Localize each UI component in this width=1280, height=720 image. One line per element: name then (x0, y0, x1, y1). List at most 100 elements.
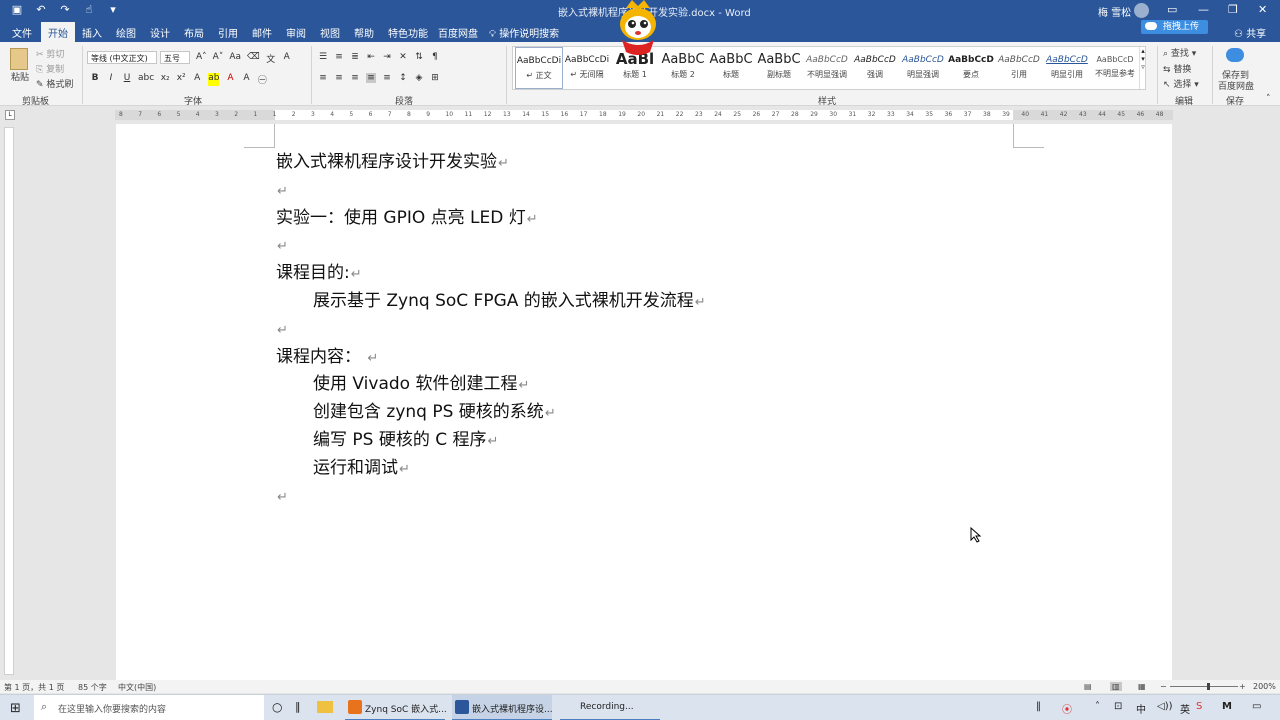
style-strong[interactable]: AaBbCcD 要点 (947, 47, 995, 89)
cut-button[interactable]: ✂ 剪切 (36, 47, 64, 60)
bold-icon[interactable]: B (90, 73, 100, 86)
document-paragraph[interactable]: 创建包含 zynq PS 硬核的系统↵ (313, 402, 556, 424)
align-left-icon[interactable]: ≡ (318, 73, 328, 83)
style-quote[interactable]: AaBbCcD 引用 (995, 47, 1043, 89)
tab-view[interactable]: 视图 (320, 25, 340, 40)
increase-indent-icon[interactable]: ⇥ (382, 52, 392, 62)
distributed-icon[interactable]: ≡ (382, 73, 392, 83)
tab-insert[interactable]: 插入 (82, 25, 102, 40)
zoom-slider[interactable] (1170, 686, 1238, 687)
tell-me-search[interactable]: 💡︎ 操作说明搜索 (489, 25, 559, 40)
italic-icon[interactable]: I (106, 73, 116, 86)
sogou-icon[interactable]: S (1196, 701, 1202, 712)
recording-app-icon[interactable]: M (1222, 701, 1232, 712)
tray-app-icon[interactable]: ⦿ (1062, 701, 1072, 716)
collapse-ribbon-icon[interactable]: ˄ (1266, 94, 1271, 104)
style-subtle-emphasis[interactable]: AaBbCcD 不明显强调 (803, 47, 851, 89)
borders-icon[interactable]: ⊞ (430, 73, 440, 83)
style-subtle-reference[interactable]: AaBbCcD 不明显参考 (1091, 47, 1139, 89)
touch-icon[interactable]: ☝ (82, 3, 96, 16)
tab-baidu-netdisk[interactable]: 百度网盘 (438, 25, 478, 40)
user-name[interactable]: 梅 雪松 (1098, 4, 1131, 19)
cortana-icon[interactable]: ○ (272, 700, 282, 714)
line-spacing-icon[interactable]: ↕ (398, 73, 408, 83)
paste-icon[interactable] (10, 48, 28, 70)
strikethrough-icon[interactable]: abc (138, 73, 154, 86)
word-count[interactable]: 85 个字 (78, 682, 107, 693)
close-icon[interactable]: ✕ (1258, 3, 1267, 16)
tab-references[interactable]: 引用 (218, 25, 238, 40)
empty-paragraph[interactable]: ↵ (276, 319, 288, 341)
tab-selector-button[interactable]: L (5, 110, 15, 120)
baidu-netdisk-label[interactable]: 百度网盘 (1218, 79, 1254, 92)
char-shading-icon[interactable]: A (241, 73, 251, 86)
justify-icon[interactable]: ≡ (366, 73, 376, 83)
align-center-icon[interactable]: ≡ (334, 73, 344, 83)
tab-layout[interactable]: 布局 (184, 25, 204, 40)
style-subtitle[interactable]: AaBbC 副标题 (755, 47, 803, 89)
underline-icon[interactable]: U (122, 73, 132, 86)
empty-paragraph[interactable]: ↵ (276, 180, 288, 202)
subscript-icon[interactable]: x₂ (160, 73, 170, 86)
user-avatar[interactable] (1134, 3, 1149, 18)
shrink-font-icon[interactable]: A˅ (213, 52, 224, 65)
highlight-icon[interactable]: ab (208, 73, 220, 86)
tab-features[interactable]: 特色功能 (388, 25, 428, 40)
zoom-out-icon[interactable]: − (1160, 682, 1167, 691)
tab-mailings[interactable]: 邮件 (252, 25, 272, 40)
save-icon[interactable]: ▣ (10, 3, 24, 16)
input-mode-icon[interactable]: 英 (1180, 701, 1190, 716)
grow-font-icon[interactable]: A˄ (196, 52, 207, 65)
vertical-ruler[interactable] (4, 127, 14, 675)
superscript-icon[interactable]: x² (176, 73, 186, 86)
read-mode-icon[interactable]: ▤ (1084, 682, 1092, 691)
customize-icon[interactable]: ▾ (106, 3, 120, 16)
drag-upload-button[interactable]: 拖拽上传 (1141, 20, 1208, 34)
style-intense-emphasis[interactable]: AaBbCcD 明显强调 (899, 47, 947, 89)
document-paragraph[interactable]: 编写 PS 硬核的 C 程序↵ (313, 430, 498, 452)
ribbon-display-icon[interactable]: ▭ (1167, 3, 1177, 16)
document-paragraph[interactable]: 使用 Vivado 软件创建工程↵ (313, 374, 529, 396)
tab-home[interactable]: 开始 (41, 22, 75, 42)
restore-icon[interactable]: ❐ (1228, 3, 1238, 16)
show-marks-icon[interactable]: ¶ (430, 52, 440, 62)
notifications-icon[interactable]: ▭ (1252, 701, 1261, 712)
minimize-icon[interactable]: — (1198, 3, 1209, 16)
show-hidden-icons[interactable]: ˄ (1095, 701, 1100, 712)
paste-label[interactable]: 粘贴 (11, 70, 29, 83)
network-icon[interactable]: ⊡ (1114, 701, 1122, 712)
style-title[interactable]: AaBbC 标题 (707, 47, 755, 89)
print-layout-icon[interactable]: ▥ (1110, 682, 1122, 691)
phonetic-icon[interactable]: 文 (266, 52, 276, 65)
volume-icon[interactable]: ◁)) (1157, 701, 1173, 712)
font-color-icon[interactable]: A (225, 73, 235, 86)
text-effects-icon[interactable]: A (192, 73, 202, 86)
char-border-icon[interactable]: A (282, 52, 292, 65)
taskbar-search-box[interactable]: ⌕ 在这里输入你要搜索的内容 (34, 695, 264, 720)
replace-button[interactable]: ⇆ 替换 (1163, 62, 1191, 75)
zoom-slider-knob[interactable] (1207, 683, 1210, 690)
language-indicator[interactable]: 中文(中国) (118, 682, 156, 693)
tab-review[interactable]: 审阅 (286, 25, 306, 40)
taskbar-item-chrome[interactable]: Zynq SoC 嵌入式... (345, 695, 447, 720)
web-layout-icon[interactable]: ▦ (1138, 682, 1146, 691)
document-paragraph[interactable]: 课程内容： ↵ (276, 347, 378, 369)
style-no-spacing[interactable]: AaBbCcDi ↵ 无间隔 (563, 47, 611, 89)
styles-scroll[interactable]: ▴ ▾ ▿ (1139, 47, 1146, 89)
document-page[interactable]: 嵌入式裸机程序设计开发实验↵ ↵ 实验一：使用 GPIO 点亮 LED 灯↵ ↵ 课程目… (116, 124, 1172, 680)
sort-icon[interactable]: ⇅ (414, 52, 424, 62)
tab-help[interactable]: 帮助 (354, 25, 374, 40)
page-count[interactable]: 第 1 页，共 1 页 (4, 682, 64, 693)
change-case-icon[interactable]: Aa (229, 52, 241, 65)
select-button[interactable]: ↖ 选择 ▾ (1163, 77, 1199, 90)
shading-icon[interactable]: ◈ (414, 73, 424, 83)
enclose-char-icon[interactable]: ㊀ (257, 73, 267, 86)
chinese-layout-icon[interactable]: ✕ (398, 52, 408, 62)
numbering-icon[interactable]: ≡ (334, 52, 344, 62)
share-button[interactable]: ⚇ 共享 (1234, 25, 1266, 40)
task-view-icon[interactable]: ‖ (295, 700, 301, 713)
align-right-icon[interactable]: ≡ (350, 73, 360, 83)
style-normal[interactable]: AaBbCcDi ↵ 正文 (515, 47, 563, 89)
style-heading-2[interactable]: AaBbC 标题 2 (659, 47, 707, 89)
tab-design[interactable]: 设计 (150, 25, 170, 40)
